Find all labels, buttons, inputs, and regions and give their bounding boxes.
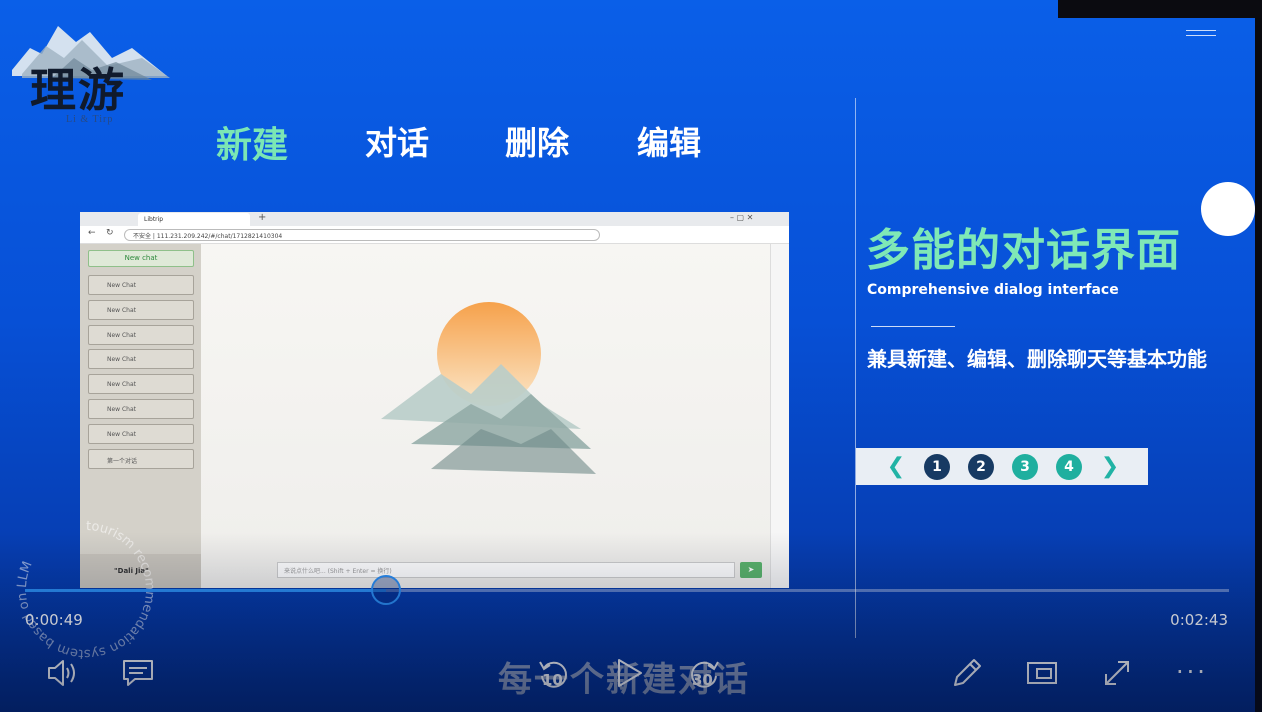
send-icon: ➤ bbox=[740, 562, 762, 578]
window-edge bbox=[1255, 18, 1262, 712]
pager-next-icon[interactable]: ❯ bbox=[1100, 454, 1120, 479]
new-tab-icon: + bbox=[258, 212, 267, 223]
progress-knob[interactable] bbox=[371, 575, 402, 605]
logo-subtitle: Li & Tirp bbox=[66, 114, 114, 125]
chat-item: New Chat bbox=[88, 325, 194, 345]
panel-description: 兼具新建、编辑、删除聊天等基本功能 bbox=[867, 347, 1207, 371]
chat-item: New Chat bbox=[88, 275, 194, 295]
miniplayer-icon[interactable] bbox=[1025, 658, 1059, 688]
browser-side-panel bbox=[770, 244, 789, 588]
chat-main-area: 来说点什么吧... (Shift + Enter = 换行) ➤ bbox=[201, 244, 770, 588]
progress-fill bbox=[25, 589, 387, 592]
address-bar: 不安全 | 111.231.209.242/#/chat/17128214103… bbox=[124, 229, 600, 241]
panel-subhead: Comprehensive dialog interface bbox=[867, 282, 1119, 298]
chat-item: 第一个对话 bbox=[88, 449, 194, 469]
reload-icon: ↻ bbox=[106, 228, 114, 238]
pager-page-2[interactable]: 2 bbox=[968, 453, 994, 480]
new-chat-button: New chat bbox=[88, 250, 194, 267]
chat-item: New Chat bbox=[88, 349, 194, 369]
fullscreen-icon[interactable] bbox=[1100, 656, 1134, 690]
more-options-icon[interactable]: ··· bbox=[1176, 658, 1208, 686]
browser-toolbar: ← ↻ 不安全 | 111.231.209.242/#/chat/1712821… bbox=[80, 226, 789, 244]
decorative-circle bbox=[1201, 182, 1255, 236]
pager: ❮ 1 2 3 4 ❯ bbox=[856, 448, 1148, 485]
tab-dialog[interactable]: 对话 bbox=[365, 118, 429, 164]
current-time: 0:00:49 bbox=[25, 611, 83, 629]
browser-tab: Libtrip bbox=[138, 213, 250, 226]
logo: 理游 Li & Tirp bbox=[12, 18, 172, 128]
sun-mountain-illustration bbox=[381, 302, 596, 474]
tab-new[interactable]: 新建 bbox=[216, 116, 288, 168]
video-frame[interactable]: 理游 Li & Tirp 新建 对话 删除 编辑 Libtrip + – ▢ ✕… bbox=[0, 0, 1262, 712]
browser-tab-bar: Libtrip + – ▢ ✕ bbox=[80, 212, 789, 226]
tab-edit[interactable]: 编辑 bbox=[637, 118, 701, 164]
logo-text: 理游 bbox=[30, 63, 126, 117]
back-icon: ← bbox=[88, 228, 96, 238]
tab-delete[interactable]: 删除 bbox=[505, 118, 569, 164]
forward-seconds: 30 bbox=[692, 671, 713, 689]
chat-item: New Chat bbox=[88, 399, 194, 419]
captions-icon[interactable] bbox=[121, 658, 155, 688]
embedded-browser-screenshot: Libtrip + – ▢ ✕ ← ↻ 不安全 | 111.231.209.24… bbox=[80, 212, 789, 588]
message-input: 来说点什么吧... (Shift + Enter = 换行) bbox=[277, 562, 735, 578]
menu-icon[interactable] bbox=[1186, 30, 1216, 38]
chat-item: New Chat bbox=[88, 374, 194, 394]
play-icon[interactable] bbox=[612, 656, 646, 690]
pager-page-4[interactable]: 4 bbox=[1056, 453, 1082, 480]
chat-item: New Chat bbox=[88, 424, 194, 444]
panel-headline: 多能的对话界面 bbox=[866, 225, 1181, 276]
pager-page-1[interactable]: 1 bbox=[924, 453, 950, 480]
panel-rule bbox=[871, 326, 955, 327]
rewind-seconds: 10 bbox=[542, 671, 563, 689]
window-controls-icon: – ▢ ✕ bbox=[730, 213, 754, 222]
pager-prev-icon[interactable]: ❮ bbox=[886, 454, 906, 479]
pager-page-3[interactable]: 3 bbox=[1012, 453, 1038, 480]
window-titlebar-fragment bbox=[1058, 0, 1262, 18]
chat-item: New Chat bbox=[88, 300, 194, 320]
volume-icon[interactable] bbox=[46, 658, 80, 688]
pen-icon[interactable] bbox=[950, 656, 984, 690]
vertical-divider bbox=[855, 98, 856, 638]
total-time: 0:02:43 bbox=[1170, 611, 1228, 629]
